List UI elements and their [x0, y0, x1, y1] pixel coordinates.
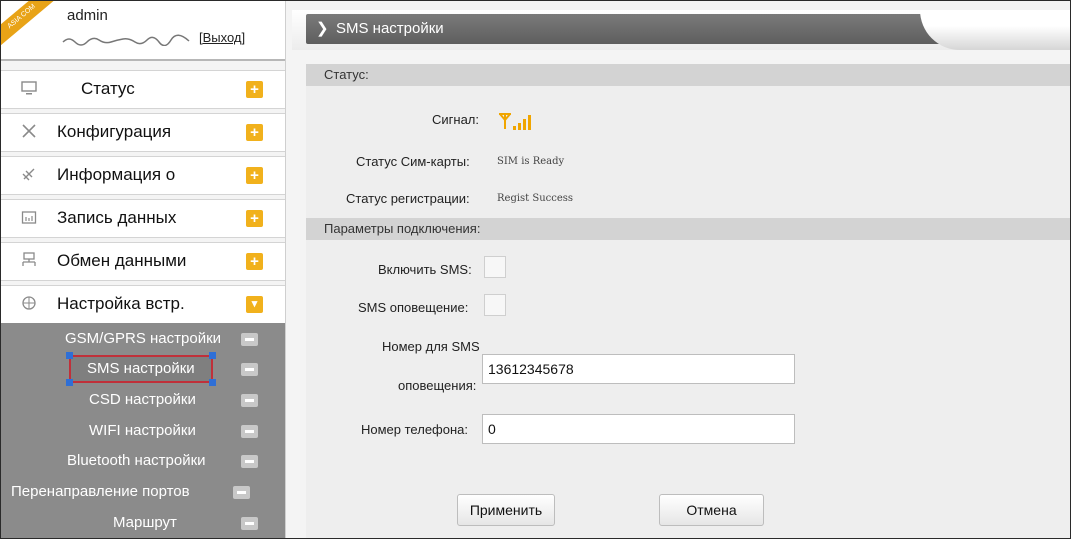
- status-section-heading: Статус:: [306, 64, 1070, 86]
- expand-plus-icon[interactable]: +: [246, 124, 263, 141]
- alert-number-label: Номер для SMS: [382, 339, 480, 354]
- sidebar-item-label: Статус: [81, 79, 135, 98]
- submenu: GSM/GPRS настройки SMS настройки CSD нас…: [1, 323, 285, 538]
- expand-plus-icon[interactable]: +: [246, 253, 263, 270]
- params-section-heading: Параметры подключения:: [306, 218, 1070, 240]
- registration-status-label: Статус регистрации:: [346, 191, 470, 206]
- alert-number-input[interactable]: [482, 354, 795, 384]
- submenu-item-sms[interactable]: SMS настройки: [1, 355, 285, 385]
- sidebar: ASIA COM admin [Выход] Статус + Конфигур…: [1, 1, 286, 538]
- submenu-item-route[interactable]: Маршрут: [1, 509, 285, 538]
- submenu-item-label: CSD настройки: [89, 391, 196, 408]
- network-icon: [21, 252, 37, 268]
- signal-strength-icon: [499, 113, 531, 130]
- user-box: ASIA COM admin [Выход]: [1, 1, 285, 61]
- brand-ribbon: ASIA COM: [1, 1, 54, 46]
- expand-plus-icon[interactable]: +: [246, 210, 263, 227]
- minus-icon[interactable]: [241, 333, 258, 346]
- sidebar-item-label: Конфигурация: [57, 122, 172, 141]
- sidebar-item-label: Информация о: [57, 165, 176, 184]
- sidebar-item-data-record[interactable]: Запись данных +: [1, 199, 285, 238]
- satellite-icon: [21, 166, 37, 182]
- page-title: SMS настройки: [336, 20, 444, 37]
- main-content: ❯ SMS настройки Статус: Сигнал: Статус С…: [292, 1, 1070, 538]
- tools-icon: [21, 123, 37, 139]
- submenu-item-label: Перенаправление портов: [11, 483, 190, 500]
- monitor-icon: [21, 80, 37, 96]
- sidebar-item-label: Настройка встр.: [57, 294, 185, 313]
- sidebar-item-status[interactable]: Статус +: [1, 70, 285, 109]
- calendar-icon: [21, 209, 37, 225]
- phone-number-input[interactable]: [482, 414, 795, 444]
- submenu-item-label: SMS настройки: [87, 360, 195, 377]
- sms-alert-label: SMS оповещение:: [358, 300, 469, 315]
- alert-number-label-line2: оповещения:: [398, 378, 477, 393]
- submenu-item-wifi[interactable]: WIFI настройки: [1, 417, 285, 447]
- submenu-item-gsm-gprs[interactable]: GSM/GPRS настройки: [1, 325, 285, 355]
- sms-alert-checkbox[interactable]: [484, 294, 506, 316]
- submenu-item-label: Bluetooth настройки: [67, 452, 206, 469]
- sidebar-item-builtin-settings[interactable]: Настройка встр. ▾: [1, 285, 285, 324]
- sidebar-item-info[interactable]: Информация о +: [1, 156, 285, 195]
- registration-status-value: Regist Success: [497, 193, 574, 204]
- title-tab: ❯ SMS настройки: [306, 14, 1066, 44]
- minus-icon[interactable]: [241, 425, 258, 438]
- submenu-item-bluetooth[interactable]: Bluetooth настройки: [1, 447, 285, 477]
- submenu-item-label: WIFI настройки: [89, 422, 196, 439]
- sidebar-item-label: Обмен данными: [57, 251, 187, 270]
- phone-number-label: Номер телефона:: [361, 422, 468, 437]
- submenu-item-csd[interactable]: CSD настройки: [1, 386, 285, 416]
- minus-icon[interactable]: [241, 517, 258, 530]
- browser-frame: ASIA COM admin [Выход] Статус + Конфигур…: [0, 0, 1071, 539]
- globe-icon: [21, 295, 37, 311]
- sidebar-item-data-exchange[interactable]: Обмен данными +: [1, 242, 285, 281]
- submenu-item-label: Маршрут: [113, 514, 177, 531]
- chevron-right-icon: ❯: [316, 20, 329, 37]
- minus-icon[interactable]: [241, 363, 258, 376]
- expand-plus-icon[interactable]: +: [246, 81, 263, 98]
- username: admin: [67, 7, 108, 24]
- apply-button[interactable]: Применить: [457, 494, 555, 526]
- settings-panel: Статус: Сигнал: Статус Сим-карты: SIM is…: [306, 64, 1070, 538]
- logout-link[interactable]: [Выход]: [199, 30, 245, 45]
- page-titlebar: ❯ SMS настройки: [292, 10, 1070, 50]
- submenu-item-port-forwarding[interactable]: Перенаправление портов: [1, 478, 285, 508]
- page-curl-decoration: [920, 10, 1070, 50]
- signal-label: Сигнал:: [432, 112, 479, 127]
- sidebar-item-configuration[interactable]: Конфигурация +: [1, 113, 285, 152]
- submenu-item-label: GSM/GPRS настройки: [65, 330, 222, 347]
- sidebar-menu: Статус + Конфигурация + Информация о + З…: [1, 70, 285, 328]
- minus-icon[interactable]: [241, 455, 258, 468]
- sim-status-label: Статус Сим-карты:: [356, 154, 470, 169]
- sim-status-value: SIM is Ready: [497, 156, 565, 167]
- sidebar-item-label: Запись данных: [57, 208, 177, 227]
- collapse-arrow-icon[interactable]: ▾: [246, 296, 263, 313]
- enable-sms-checkbox[interactable]: [484, 256, 506, 278]
- enable-sms-label: Включить SMS:: [378, 262, 472, 277]
- redacted-scribble: [62, 34, 190, 46]
- cancel-button[interactable]: Отмена: [659, 494, 764, 526]
- expand-plus-icon[interactable]: +: [246, 167, 263, 184]
- minus-icon[interactable]: [241, 394, 258, 407]
- minus-icon[interactable]: [233, 486, 250, 499]
